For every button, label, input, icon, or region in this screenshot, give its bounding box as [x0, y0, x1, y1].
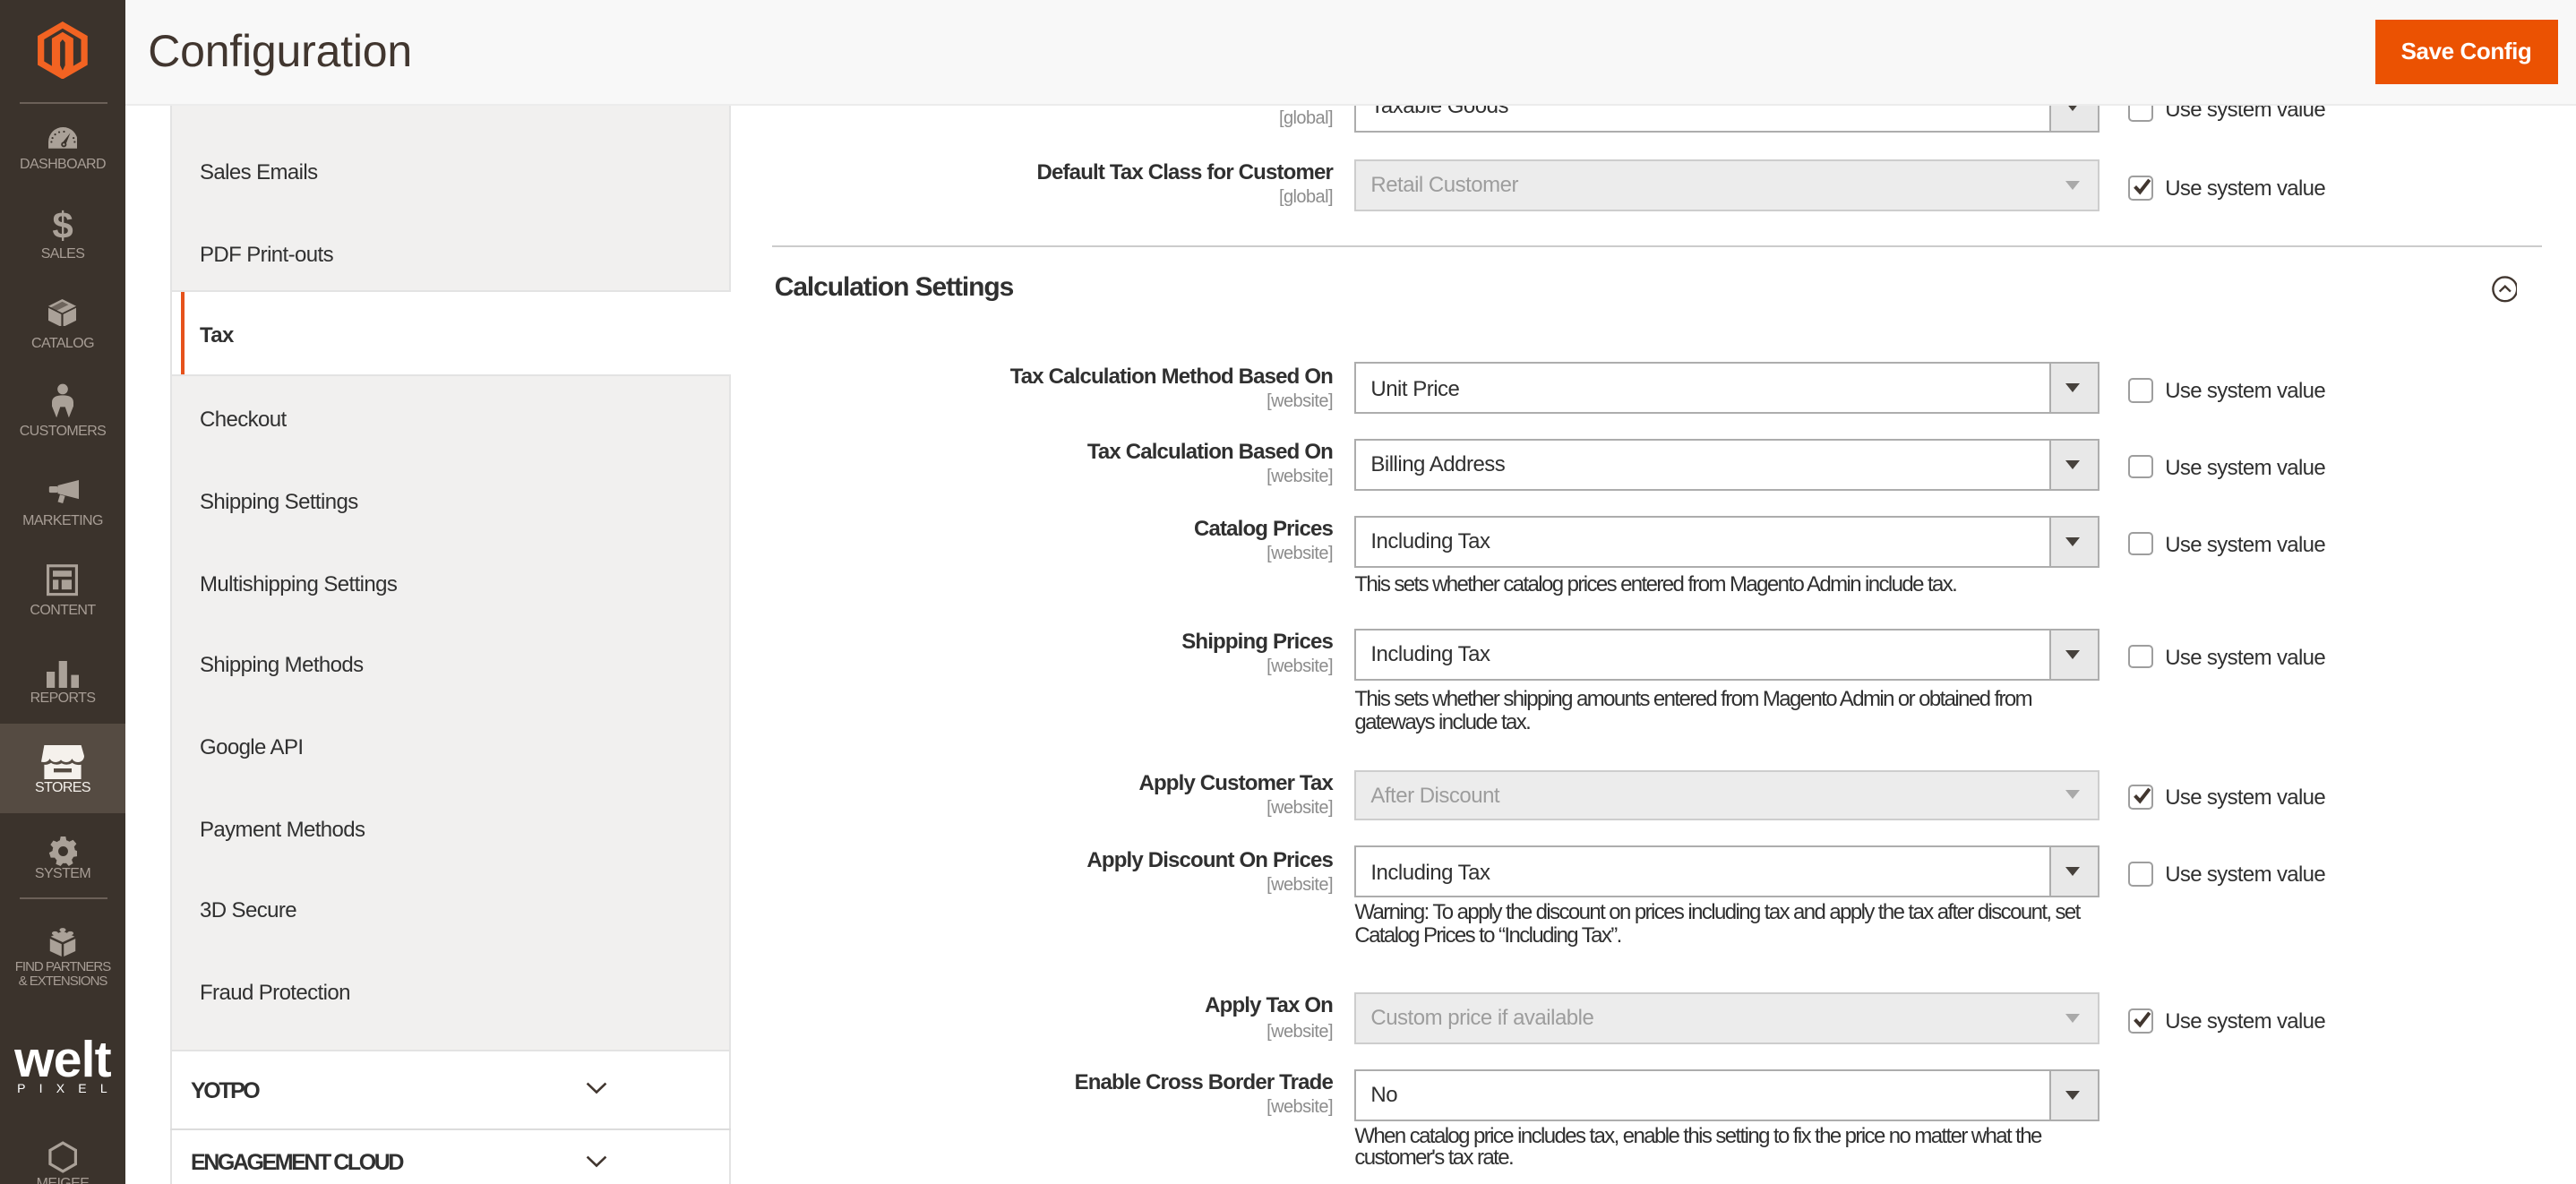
svg-text:$: $ — [52, 205, 73, 245]
